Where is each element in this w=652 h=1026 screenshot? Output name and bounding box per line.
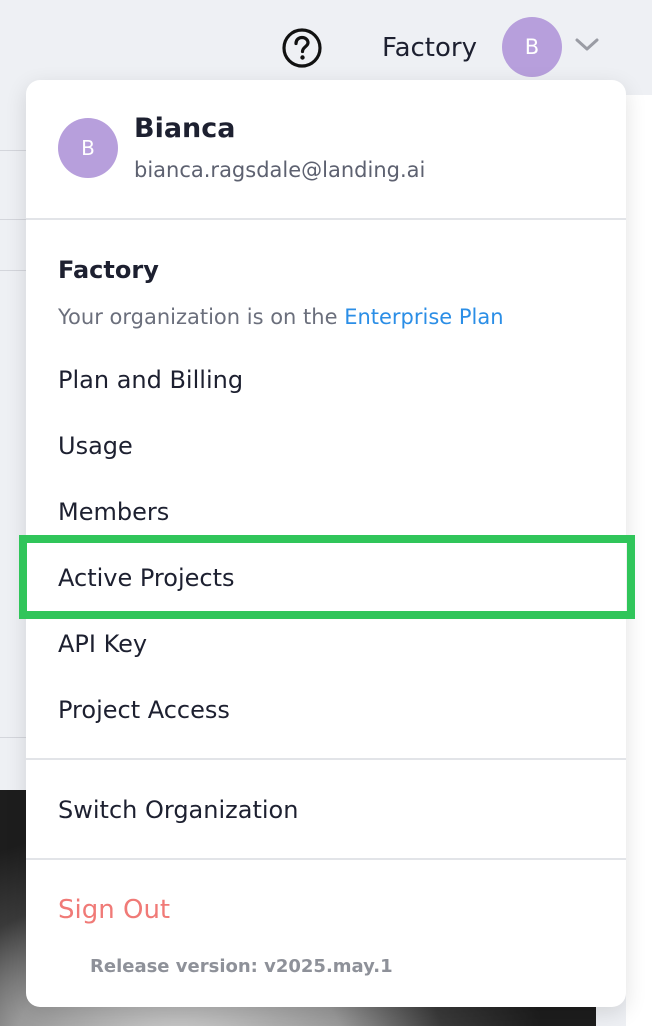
question-circle-icon[interactable]	[281, 27, 323, 69]
chevron-down-icon[interactable]	[574, 36, 600, 54]
menu-item-active-projects[interactable]: Active Projects	[58, 560, 234, 596]
organization-name: Factory	[58, 256, 159, 284]
plan-description: Your organization is on the Enterprise P…	[58, 300, 504, 334]
plan-prefix: Your organization is on the	[58, 305, 345, 329]
background-divider	[0, 150, 26, 151]
profile-avatar: B	[58, 118, 118, 178]
background-panel	[626, 95, 652, 1026]
avatar[interactable]: B	[502, 17, 562, 77]
divider	[26, 218, 626, 220]
account-dropdown-menu: B Bianca bianca.ragsdale@landing.ai Fact…	[26, 80, 626, 1007]
user-name: Bianca	[134, 113, 236, 144]
background-divider	[0, 737, 26, 738]
background-divider	[0, 219, 26, 220]
user-profile: B Bianca bianca.ragsdale@landing.ai	[26, 80, 626, 218]
divider	[26, 758, 626, 760]
menu-item-api-key[interactable]: API Key	[58, 626, 147, 662]
divider	[26, 858, 626, 860]
organization-selector[interactable]: Factory	[382, 28, 477, 68]
menu-item-plan-and-billing[interactable]: Plan and Billing	[58, 362, 243, 398]
background-divider	[0, 270, 26, 271]
sign-out-button[interactable]: Sign Out	[58, 890, 170, 930]
release-version: Release version: v2025.may.1	[90, 956, 393, 977]
menu-item-members[interactable]: Members	[58, 494, 169, 530]
menu-item-project-access[interactable]: Project Access	[58, 692, 230, 728]
enterprise-plan-link[interactable]: Enterprise Plan	[344, 305, 503, 329]
menu-item-switch-organization[interactable]: Switch Organization	[58, 792, 298, 828]
user-email: bianca.ragsdale@landing.ai	[134, 158, 426, 182]
menu-item-usage[interactable]: Usage	[58, 428, 133, 464]
